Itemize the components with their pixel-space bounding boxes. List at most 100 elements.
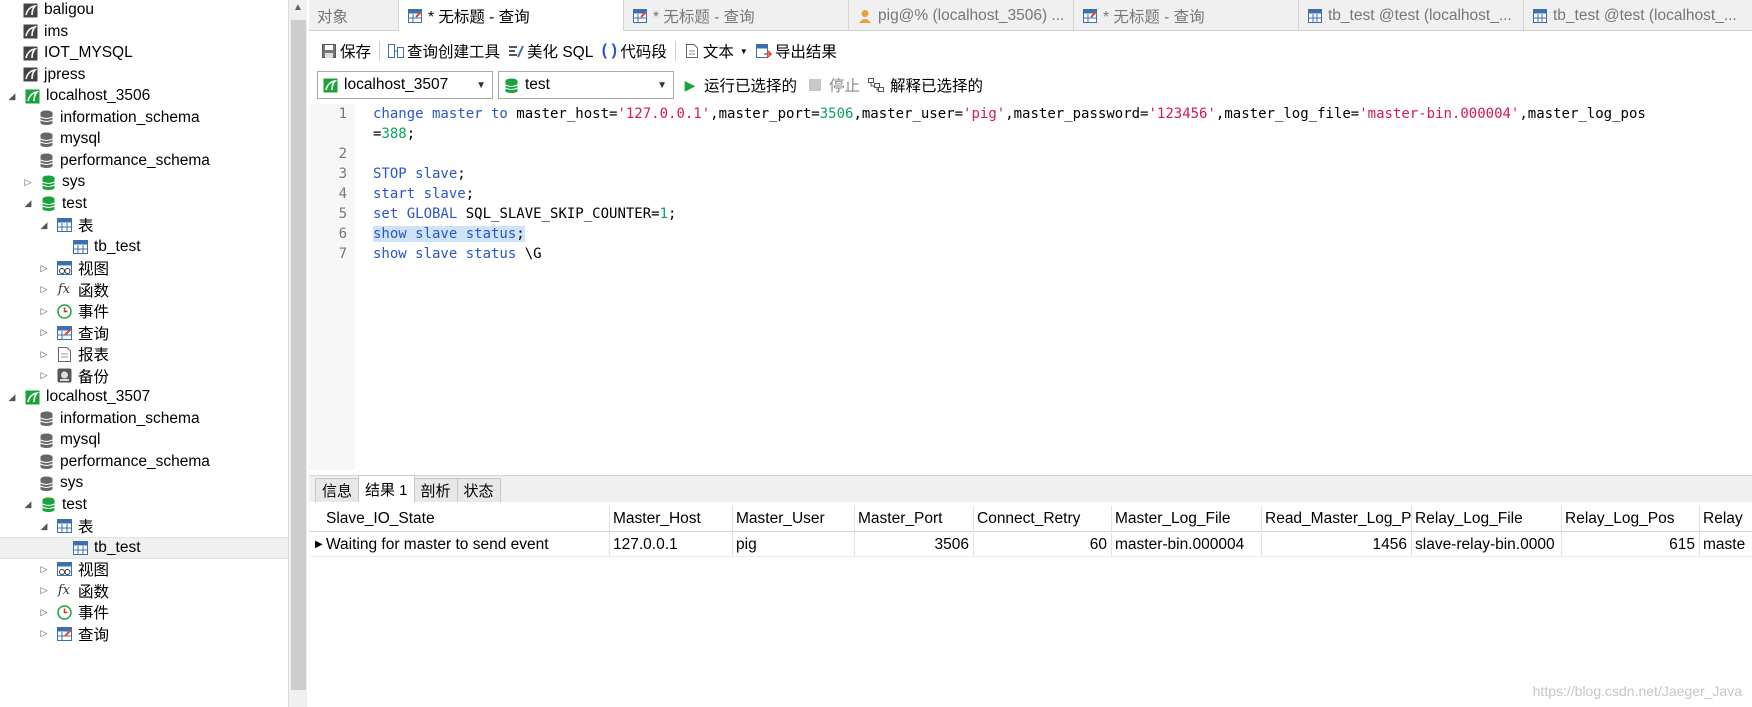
line-number-gutter: 1 2 3 4 5 6 7 xyxy=(309,104,355,470)
expanded-arrow-icon[interactable]: ◢ xyxy=(38,219,50,231)
sidebar-item-sys[interactable]: ▷ sys xyxy=(0,171,288,193)
sidebar-item-jpress[interactable]: jpress xyxy=(0,64,288,86)
document-icon xyxy=(684,43,700,59)
sidebar-item-sys[interactable]: sys xyxy=(0,472,288,494)
collapsed-arrow-icon[interactable]: ▷ xyxy=(38,628,50,640)
sql-editor[interactable]: 1 2 3 4 5 6 7 change master to master_ho… xyxy=(309,104,1752,470)
column-header[interactable]: Slave_IO_State xyxy=(323,506,610,532)
sidebar-item-queries[interactable]: ▷ 查询 xyxy=(0,623,288,645)
grid-cell[interactable]: 615 xyxy=(1562,533,1700,557)
tab-profile[interactable]: 剖析 xyxy=(413,478,458,502)
column-header[interactable]: Relay_Log_Pos xyxy=(1562,506,1700,532)
sidebar-item-events[interactable]: ▷ 事件 xyxy=(0,300,288,322)
collapsed-arrow-icon[interactable]: ▷ xyxy=(38,585,50,597)
sidebar-item-tb-test[interactable]: tb_test xyxy=(0,236,288,258)
column-header[interactable]: Master_Log_File xyxy=(1112,506,1262,532)
tab-status[interactable]: 状态 xyxy=(456,478,501,502)
sidebar-item-mysql[interactable]: mysql xyxy=(0,429,288,451)
view-icon xyxy=(56,561,72,577)
collapsed-arrow-icon[interactable]: ▷ xyxy=(38,284,50,296)
collapsed-arrow-icon[interactable]: ▷ xyxy=(38,305,50,317)
grid-cell[interactable]: 1456 xyxy=(1262,533,1412,557)
sidebar-item-functions[interactable]: ▷ fx 函数 xyxy=(0,279,288,301)
sidebar-item-localhost-3507[interactable]: ◢ localhost_3507 xyxy=(0,386,288,408)
sidebar-scrollbar[interactable]: ▲ xyxy=(288,0,307,707)
sidebar-item-localhost-3506[interactable]: ◢ localhost_3506 xyxy=(0,85,288,107)
sidebar-item-views[interactable]: ▷ 视图 xyxy=(0,257,288,279)
grid-cell[interactable]: 60 xyxy=(974,533,1112,557)
expanded-arrow-icon[interactable]: ◢ xyxy=(6,90,18,102)
sidebar-item-views[interactable]: ▷ 视图 xyxy=(0,558,288,580)
export-results-button[interactable]: 导出结果 xyxy=(752,38,841,64)
collapsed-arrow-icon[interactable]: ▷ xyxy=(38,327,50,339)
collapsed-arrow-icon[interactable]: ▷ xyxy=(22,176,34,188)
sidebar-item-mysql[interactable]: mysql xyxy=(0,128,288,150)
collapsed-arrow-icon[interactable]: ▷ xyxy=(38,606,50,618)
expanded-arrow-icon[interactable]: ◢ xyxy=(22,198,34,210)
collapsed-arrow-icon[interactable]: ▷ xyxy=(38,348,50,360)
tab-user-pig[interactable]: pig@% (localhost_3506) ... xyxy=(849,0,1074,31)
grid-cell[interactable]: maste xyxy=(1700,533,1752,557)
column-header[interactable]: Relay_Log_File xyxy=(1412,506,1562,532)
sidebar-item-test[interactable]: ◢ test xyxy=(0,494,288,516)
sidebar-item-backups[interactable]: ▷ 备份 xyxy=(0,365,288,387)
sidebar-item-reports[interactable]: ▷ 报表 xyxy=(0,343,288,365)
tab-table-2[interactable]: tb_test @test (localhost_... xyxy=(1524,0,1742,31)
grid-cell[interactable]: 127.0.0.1 xyxy=(610,533,733,557)
sidebar-item-iot-mysql[interactable]: IOT_MYSQL xyxy=(0,42,288,64)
stop-button[interactable]: 停止 xyxy=(807,74,860,96)
text-dropdown-button[interactable]: 文本 ▼ xyxy=(680,38,752,64)
tab-label: tb_test @test (localhost_... xyxy=(1553,6,1737,24)
sidebar-item-ims[interactable]: ims xyxy=(0,21,288,43)
column-header[interactable]: Relay xyxy=(1700,506,1752,532)
sidebar-item-tables[interactable]: ◢ 表 xyxy=(0,214,288,236)
collapsed-arrow-icon[interactable]: ▷ xyxy=(38,370,50,382)
sidebar-item-functions[interactable]: ▷ fx 函数 xyxy=(0,580,288,602)
column-header[interactable]: Connect_Retry xyxy=(974,506,1112,532)
column-header[interactable]: Read_Master_Log_P xyxy=(1262,506,1412,532)
grid-cell[interactable]: Waiting for master to send event xyxy=(323,533,610,557)
connection-select[interactable]: localhost_3507 ▼ xyxy=(317,71,493,99)
sidebar-item-information-schema[interactable]: information_schema xyxy=(0,107,288,129)
clock-icon xyxy=(56,604,72,620)
sidebar-item-baligou[interactable]: baligou xyxy=(0,0,288,21)
table-row[interactable]: ▶ Waiting for master to send event 127.0… xyxy=(309,533,1752,557)
sidebar-item-performance-schema[interactable]: performance_schema xyxy=(0,451,288,473)
grid-cell[interactable]: slave-relay-bin.0000 xyxy=(1412,533,1562,557)
expanded-arrow-icon[interactable]: ◢ xyxy=(6,391,18,403)
tab-result-1[interactable]: 结果 1 xyxy=(358,475,415,502)
sidebar-item-information-schema[interactable]: information_schema xyxy=(0,408,288,430)
scrollbar-thumb[interactable] xyxy=(291,20,306,690)
sidebar-item-tb-test-selected[interactable]: tb_test xyxy=(0,536,288,559)
collapsed-arrow-icon[interactable]: ▷ xyxy=(38,262,50,274)
grid-cell[interactable]: master-bin.000004 xyxy=(1112,533,1262,557)
sidebar-item-performance-schema[interactable]: performance_schema xyxy=(0,150,288,172)
column-header[interactable]: Master_User xyxy=(733,506,855,532)
beautify-sql-button[interactable]: 美化 SQL xyxy=(504,38,597,64)
database-select[interactable]: test ▼ xyxy=(498,71,674,99)
tab-objects[interactable]: 对象 xyxy=(309,0,399,31)
tab-query-active[interactable]: * 无标题 - 查询 xyxy=(399,0,624,31)
sidebar-item-events[interactable]: ▷ 事件 xyxy=(0,601,288,623)
sidebar-item-queries[interactable]: ▷ 查询 xyxy=(0,322,288,344)
tab-query-3[interactable]: * 无标题 - 查询 xyxy=(1074,0,1299,31)
explain-selected-button[interactable]: 解释已选择的 xyxy=(868,74,983,96)
text-selection[interactable]: show slave status; xyxy=(373,226,525,242)
tab-query-2[interactable]: * 无标题 - 查询 xyxy=(624,0,849,31)
sidebar-item-test[interactable]: ◢ test xyxy=(0,193,288,215)
column-header[interactable]: Master_Port xyxy=(855,506,974,532)
sidebar-item-tables[interactable]: ◢ 表 xyxy=(0,515,288,537)
tab-table-1[interactable]: tb_test @test (localhost_... xyxy=(1299,0,1524,31)
run-selected-button[interactable]: ▶ 运行已选择的 xyxy=(682,74,797,96)
save-button[interactable]: 保存 xyxy=(317,38,375,64)
query-builder-button[interactable]: 查询创建工具 xyxy=(384,38,504,64)
grid-cell[interactable]: pig xyxy=(733,533,855,557)
scroll-up-icon[interactable]: ▲ xyxy=(293,2,303,13)
tab-info[interactable]: 信息 xyxy=(315,478,360,502)
code-snippet-button[interactable]: ( ) 代码段 xyxy=(597,38,671,64)
collapsed-arrow-icon[interactable]: ▷ xyxy=(38,563,50,575)
column-header[interactable]: Master_Host xyxy=(610,506,733,532)
expanded-arrow-icon[interactable]: ◢ xyxy=(22,499,34,511)
expanded-arrow-icon[interactable]: ◢ xyxy=(38,520,50,532)
grid-cell[interactable]: 3506 xyxy=(855,533,974,557)
